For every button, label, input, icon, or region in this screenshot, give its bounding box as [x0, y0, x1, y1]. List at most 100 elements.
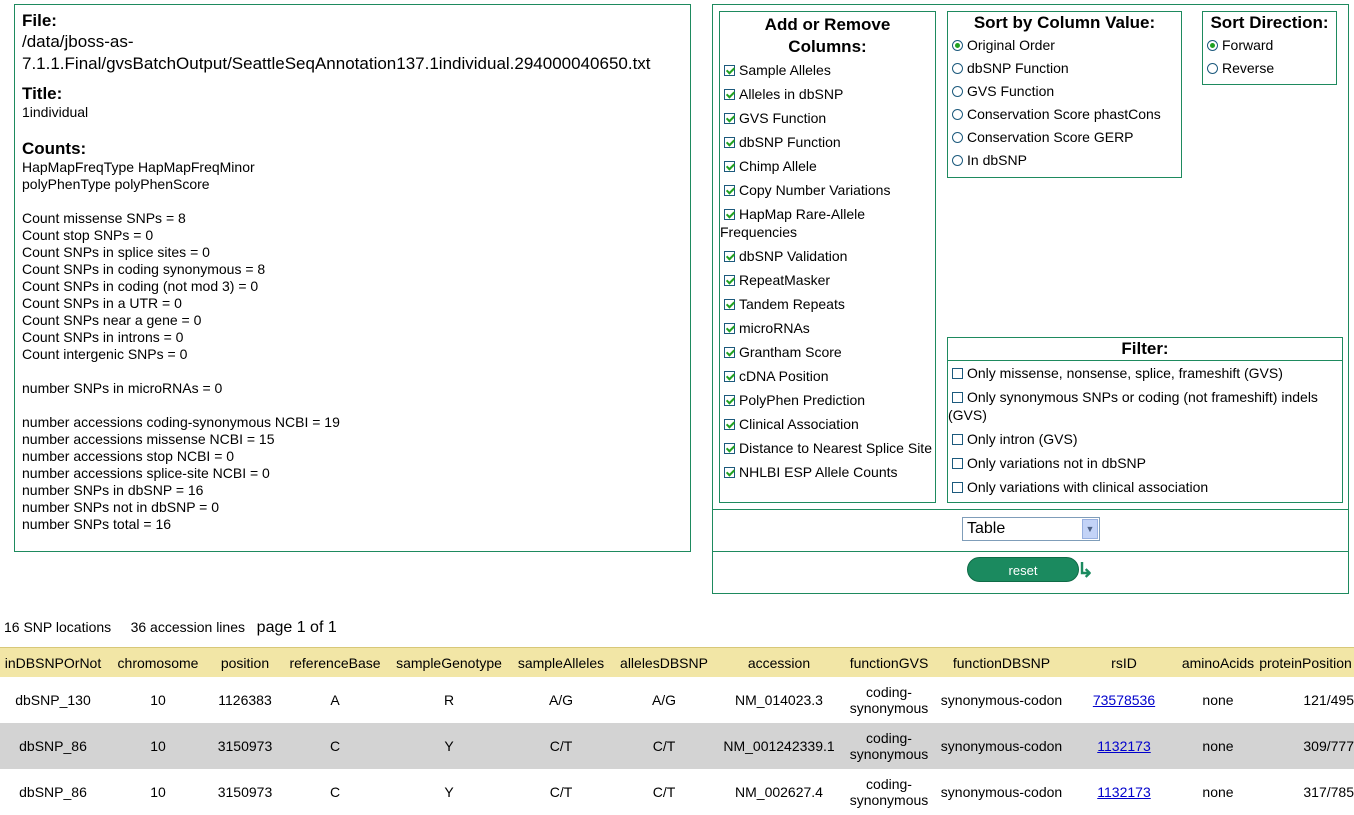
column-option[interactable]: dbSNP Validation	[720, 244, 935, 268]
column-header[interactable]: rsID	[1069, 647, 1179, 677]
column-header[interactable]: position	[210, 647, 280, 677]
column-header[interactable]: chromosome	[106, 647, 210, 677]
reset-arrow-icon[interactable]: ↳	[1077, 559, 1099, 583]
column-option[interactable]: GVS Function	[720, 106, 935, 130]
sort-direction-radio[interactable]	[1207, 40, 1218, 51]
results-summary: 16 SNP locations 36 accession lines page…	[4, 619, 337, 637]
sort-column-radio[interactable]	[952, 132, 963, 143]
filter-option[interactable]: Only intron (GVS)	[948, 427, 1342, 451]
column-checkbox[interactable]	[724, 299, 735, 310]
sort-column-radio[interactable]	[952, 40, 963, 51]
column-option-label: cDNA Position	[739, 368, 829, 384]
column-header[interactable]: functionGVS	[844, 647, 934, 677]
rsid-link[interactable]: 1132173	[1097, 784, 1150, 800]
column-header[interactable]: proteinPosition	[1257, 647, 1354, 677]
sort-column-radio[interactable]	[952, 63, 963, 74]
title-label: Title:	[22, 84, 63, 103]
sort-column-panel: Sort by Column Value: Original Order dbSN…	[947, 11, 1182, 178]
filter-option[interactable]: Only variations not in dbSNP	[948, 451, 1342, 475]
column-checkbox[interactable]	[724, 443, 735, 454]
table-cell: 3150973	[210, 723, 280, 769]
filter-option[interactable]: Only variations with clinical associatio…	[948, 475, 1342, 499]
column-option[interactable]: NHLBI ESP Allele Counts	[720, 460, 935, 484]
column-header[interactable]: aminoAcids	[1179, 647, 1257, 677]
column-option[interactable]: Tandem Repeats	[720, 292, 935, 316]
column-checkbox[interactable]	[724, 395, 735, 406]
table-cell: coding-synonymous	[844, 723, 934, 769]
column-checkbox[interactable]	[724, 65, 735, 76]
column-option[interactable]: PolyPhen Prediction	[720, 388, 935, 412]
table-header-row: inDBSNPOrNot chromosome position referenceB…	[0, 647, 1354, 677]
filter-option[interactable]: Only missense, nonsense, splice, framesh…	[948, 361, 1342, 385]
filter-checkbox[interactable]	[952, 392, 963, 403]
count-line: number SNPs not in dbSNP = 0	[22, 499, 220, 515]
filter-option[interactable]: Only synonymous SNPs or coding (not fram…	[948, 385, 1342, 427]
column-header[interactable]: sampleGenotype	[390, 647, 508, 677]
filter-checkbox[interactable]	[952, 458, 963, 469]
sort-column-option[interactable]: Conservation Score phastCons	[948, 103, 1181, 126]
sort-column-radio[interactable]	[952, 155, 963, 166]
column-option[interactable]: Sample Alleles	[720, 58, 935, 82]
sort-column-radio[interactable]	[952, 109, 963, 120]
column-option[interactable]: Clinical Association	[720, 412, 935, 436]
table-row: dbSNP_86 10 3150973 C Y C/T C/T NM_002627.4 codi…	[0, 769, 1354, 815]
column-checkbox[interactable]	[724, 251, 735, 262]
column-checkbox[interactable]	[724, 185, 735, 196]
count-line: number SNPs in dbSNP = 16	[22, 482, 204, 498]
column-option[interactable]: Alleles in dbSNP	[720, 82, 935, 106]
column-option-label: dbSNP Function	[739, 134, 841, 150]
filter-checkbox[interactable]	[952, 482, 963, 493]
column-checkbox[interactable]	[724, 89, 735, 100]
column-checkbox[interactable]	[724, 419, 735, 430]
column-header[interactable]: functionDBSNP	[934, 647, 1069, 677]
column-option-label: microRNAs	[739, 320, 810, 336]
reset-button[interactable]: reset	[967, 557, 1079, 582]
column-header[interactable]: referenceBase	[280, 647, 390, 677]
filter-options: Only missense, nonsense, splice, framesh…	[948, 361, 1342, 499]
sort-column-option[interactable]: Conservation Score GERP	[948, 126, 1181, 149]
sort-column-option[interactable]: dbSNP Function	[948, 57, 1181, 80]
sort-direction-radio[interactable]	[1207, 63, 1218, 74]
column-option[interactable]: Copy Number Variations	[720, 178, 935, 202]
sort-direction-option[interactable]: Reverse	[1203, 57, 1336, 80]
column-header[interactable]: sampleAlleles	[508, 647, 614, 677]
column-option[interactable]: microRNAs	[720, 316, 935, 340]
sort-direction-option-label: Reverse	[1222, 60, 1275, 76]
table-cell: C	[329, 784, 341, 800]
column-header[interactable]: inDBSNPOrNot	[0, 647, 106, 677]
sort-direction-option[interactable]: Forward	[1203, 34, 1336, 57]
column-checkbox[interactable]	[724, 137, 735, 148]
column-option[interactable]: dbSNP Function	[720, 130, 935, 154]
chevron-down-icon[interactable]: ▼	[1082, 519, 1098, 539]
column-checkbox[interactable]	[724, 209, 735, 220]
column-option[interactable]: Grantham Score	[720, 340, 935, 364]
column-header[interactable]: accession	[714, 647, 844, 677]
add-remove-columns-list: Sample Alleles Alleles in dbSNP GVS Functi…	[720, 58, 935, 484]
column-checkbox[interactable]	[724, 371, 735, 382]
sort-column-radio[interactable]	[952, 86, 963, 97]
file-label: File:	[22, 11, 57, 30]
column-option[interactable]: HapMap Rare-Allele Frequencies	[720, 202, 935, 244]
column-option[interactable]: cDNA Position	[720, 364, 935, 388]
sort-column-option[interactable]: Original Order	[948, 34, 1181, 57]
column-checkbox[interactable]	[724, 275, 735, 286]
column-checkbox[interactable]	[724, 467, 735, 478]
column-option-label: Sample Alleles	[739, 62, 831, 78]
sort-column-option[interactable]: GVS Function	[948, 80, 1181, 103]
column-option[interactable]: RepeatMasker	[720, 268, 935, 292]
sort-column-option[interactable]: In dbSNP	[948, 149, 1181, 172]
table-cell: NM_001242339.1	[714, 723, 844, 769]
column-option[interactable]: Chimp Allele	[720, 154, 935, 178]
rsid-link[interactable]: 1132173	[1097, 738, 1150, 754]
view-format-select[interactable]: Table ▼	[962, 517, 1100, 541]
filter-header: Filter:	[948, 338, 1342, 361]
column-checkbox[interactable]	[724, 113, 735, 124]
column-checkbox[interactable]	[724, 347, 735, 358]
rsid-link[interactable]: 73578536	[1093, 692, 1155, 708]
column-header[interactable]: allelesDBSNP	[614, 647, 714, 677]
column-checkbox[interactable]	[724, 161, 735, 172]
filter-checkbox[interactable]	[952, 368, 963, 379]
column-option[interactable]: Distance to Nearest Splice Site	[720, 436, 935, 460]
filter-checkbox[interactable]	[952, 434, 963, 445]
column-checkbox[interactable]	[724, 323, 735, 334]
